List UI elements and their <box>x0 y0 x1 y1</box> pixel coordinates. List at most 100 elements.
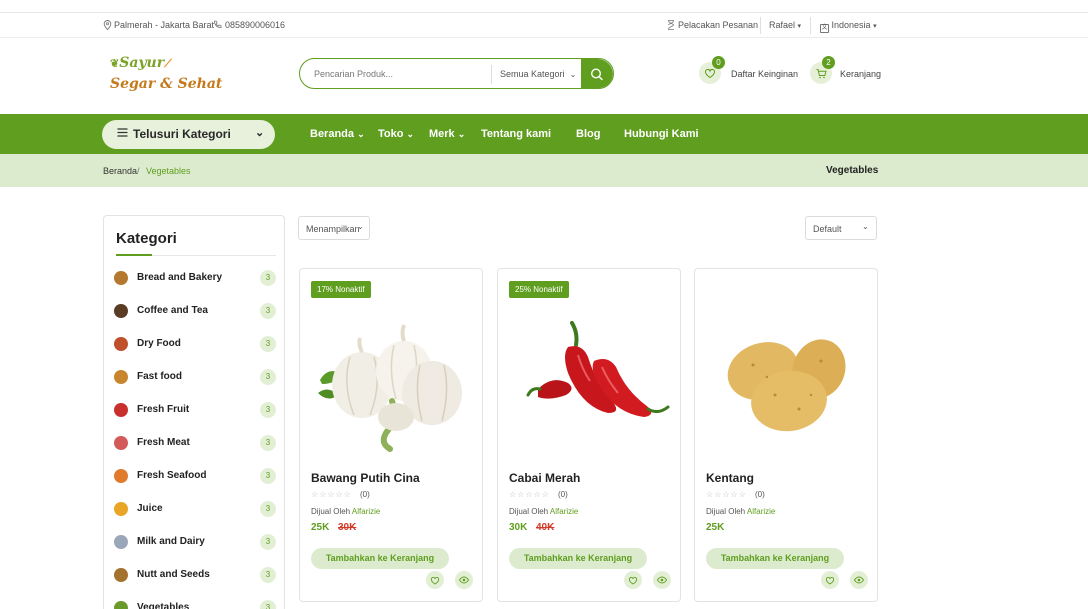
nav-link-beranda[interactable]: Beranda ⌄ <box>310 128 365 140</box>
sold-by-label: Dijual Oleh <box>706 507 746 516</box>
nav-link-label: Beranda <box>310 128 355 140</box>
nav-link-blog[interactable]: Blog <box>576 128 600 140</box>
chili-image[interactable] <box>498 305 682 465</box>
product-price: 25K <box>706 522 725 533</box>
seller-info: Dijual Oleh Alfarizie <box>706 507 775 516</box>
quick-view-button[interactable] <box>850 571 868 589</box>
translate-icon: 文 <box>820 24 829 33</box>
seller-name[interactable]: Alfarizie <box>550 507 578 516</box>
category-count: 3 <box>260 534 276 550</box>
sidebar-category-item[interactable]: Fresh Meat 3 <box>112 433 278 453</box>
logo-text-line2[interactable]: Segar & Sehat <box>110 76 222 92</box>
rating-stars: ☆☆☆☆☆ <box>509 490 550 499</box>
category-count: 3 <box>260 336 276 352</box>
product-card[interactable]: Kentang ☆☆☆☆☆ (0) Dijual Oleh Alfarizie 25K T… <box>694 268 878 602</box>
product-card[interactable]: 17% Nonaktif Bawang Putih Cina ☆☆☆☆☆ (0) Dij… <box>299 268 483 602</box>
seafood-icon <box>114 469 128 483</box>
user-name: Rafael <box>769 20 796 30</box>
sort-select[interactable]: Default ⌄ <box>805 216 877 240</box>
sidebar-category-item[interactable]: Juice 3 <box>112 499 278 519</box>
search-button[interactable] <box>581 59 613 88</box>
garlic-image[interactable] <box>300 305 484 465</box>
seller-name[interactable]: Alfarizie <box>352 507 380 516</box>
cart-label[interactable]: Keranjang <box>840 69 881 79</box>
logo[interactable]: ❦Sayur⟋ <box>110 55 172 71</box>
sidebar-category-item[interactable]: Fresh Seafood 3 <box>112 466 278 486</box>
divider <box>760 17 761 34</box>
juice-icon <box>114 502 128 516</box>
cart-count-badge: 2 <box>822 56 835 69</box>
sidebar-category-item[interactable]: Vegetables 3 <box>112 598 278 609</box>
potato-image[interactable] <box>695 305 879 465</box>
nav-link-tentang-kami[interactable]: Tentang kami <box>481 128 551 140</box>
chevron-down-icon: ⌄ <box>357 222 364 231</box>
sidebar-category-item[interactable]: Dry Food 3 <box>112 334 278 354</box>
product-name[interactable]: Bawang Putih Cina <box>311 471 420 485</box>
wishlist-toggle[interactable] <box>821 571 839 589</box>
user-menu[interactable]: Rafael ▾ <box>769 20 801 30</box>
store-location: Palmerah - Jakarta Barat <box>114 20 215 30</box>
quick-view-button[interactable] <box>653 571 671 589</box>
product-name[interactable]: Kentang <box>706 471 754 485</box>
chevron-down-icon: ⌄ <box>569 70 577 79</box>
chevron-down-icon: ⌄ <box>862 222 869 231</box>
show-count-label: Menampilkan <box>306 224 360 234</box>
divider <box>491 65 492 84</box>
seller-name[interactable]: Alfarizie <box>747 507 775 516</box>
product-card[interactable]: 25% Nonaktif Cabai Merah ☆☆☆☆☆ (0) Dijual Ol… <box>497 268 681 602</box>
nav-link-toko[interactable]: Toko ⌄ <box>378 128 414 140</box>
wishlist-toggle[interactable] <box>426 571 444 589</box>
sidebar-category-item[interactable]: Bread and Bakery 3 <box>112 268 278 288</box>
milk-icon <box>114 535 128 549</box>
sold-by-label: Dijual Oleh <box>509 507 549 516</box>
rating-count: (0) <box>558 490 568 499</box>
logo-text-line1: Sayur <box>119 55 165 71</box>
eye-icon <box>853 576 865 584</box>
sidebar-category-item[interactable]: Fresh Fruit 3 <box>112 400 278 420</box>
browse-categories-button[interactable]: Telusuri Kategori ⌄ <box>102 120 275 149</box>
nav-link-merk[interactable]: Merk ⌄ <box>429 128 465 140</box>
phone-icon <box>213 20 222 31</box>
discount-badge: 17% Nonaktif <box>311 281 371 298</box>
page-title: Vegetables <box>826 165 879 176</box>
category-count: 3 <box>260 369 276 385</box>
product-name[interactable]: Cabai Merah <box>509 471 580 485</box>
sidebar-category-item[interactable]: Milk and Dairy 3 <box>112 532 278 552</box>
seller-info: Dijual Oleh Alfarizie <box>311 507 380 516</box>
category-select[interactable]: Semua Kategori ⌄ <box>500 69 576 79</box>
nav-link-label: Merk <box>429 128 455 140</box>
breadcrumb: Beranda / Vegetables Vegetables <box>0 154 1088 187</box>
category-label: Dry Food <box>137 338 181 349</box>
add-to-cart-button[interactable]: Tambahkan ke Keranjang <box>706 548 844 569</box>
product-price: 25K <box>311 522 330 533</box>
leaf-icon: ❦ <box>110 57 120 70</box>
sidebar-category-item[interactable]: Nutt and Seeds 3 <box>112 565 278 585</box>
main-nav: Telusuri Kategori ⌄ Beranda ⌄ Toko ⌄ Mer… <box>0 114 1088 154</box>
sort-value: Default <box>813 224 842 234</box>
category-count: 3 <box>260 303 276 319</box>
category-select-value: Semua Kategori <box>500 69 565 79</box>
search-input[interactable]: Pencarian Produk... <box>314 69 393 79</box>
chevron-down-icon: ⌄ <box>406 129 415 139</box>
sidebar-category-item[interactable]: Fast food 3 <box>112 367 278 387</box>
category-count: 3 <box>260 435 276 451</box>
language-menu[interactable]: 文 Indonesia ▾ <box>820 20 877 33</box>
rating-stars: ☆☆☆☆☆ <box>311 490 352 499</box>
breadcrumb-home[interactable]: Beranda <box>103 166 137 176</box>
eye-icon <box>656 576 668 584</box>
show-count-select[interactable]: Menampilkan ⌄ <box>298 216 370 240</box>
sidebar-category-item[interactable]: Coffee and Tea 3 <box>112 301 278 321</box>
wishlist-count-badge: 0 <box>712 56 725 69</box>
search-icon <box>590 68 603 81</box>
wishlist-label[interactable]: Daftar Keinginan <box>731 69 798 79</box>
category-count: 3 <box>260 501 276 517</box>
nav-link-hubungi-kami[interactable]: Hubungi Kami <box>624 128 699 140</box>
nav-link-label: Toko <box>378 128 404 140</box>
store-phone[interactable]: 085890006016 <box>225 20 285 30</box>
quick-view-button[interactable] <box>455 571 473 589</box>
add-to-cart-button[interactable]: Tambahkan ke Keranjang <box>509 548 647 569</box>
track-order-link[interactable]: Pelacakan Pesanan <box>678 20 758 30</box>
category-label: Fresh Fruit <box>137 404 190 415</box>
wishlist-toggle[interactable] <box>624 571 642 589</box>
add-to-cart-button[interactable]: Tambahkan ke Keranjang <box>311 548 449 569</box>
